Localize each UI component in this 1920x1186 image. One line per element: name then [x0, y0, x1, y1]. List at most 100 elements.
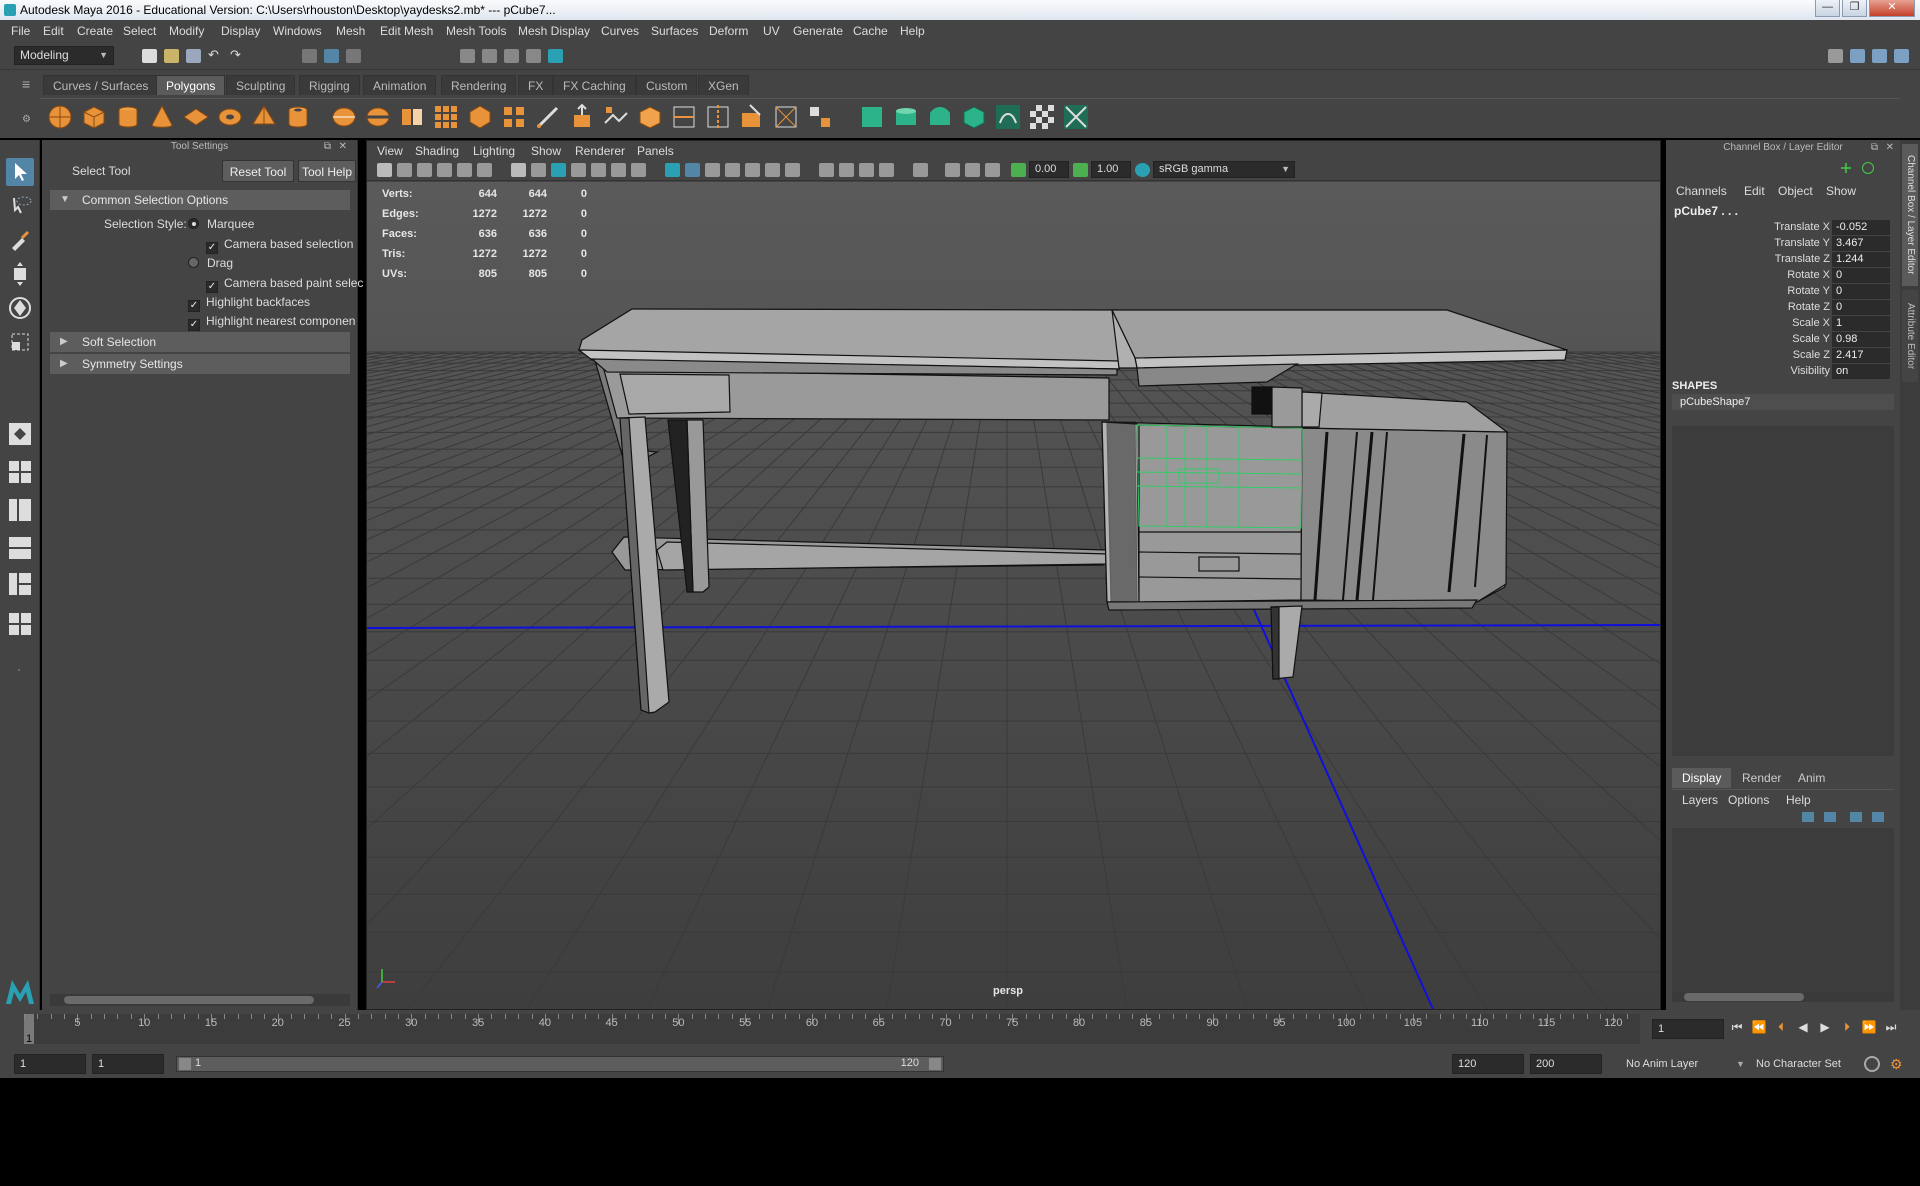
maximize-button[interactable]: ❐: [1842, 0, 1867, 17]
menu-edit[interactable]: Edit: [43, 24, 64, 38]
animation-end-field[interactable]: 200: [1530, 1054, 1602, 1074]
attr-value[interactable]: 0: [1832, 300, 1890, 315]
menu-surfaces[interactable]: Surfaces: [651, 24, 698, 38]
select-camera-icon[interactable]: [377, 163, 392, 177]
menu-create[interactable]: Create: [77, 24, 113, 38]
step-forward-key-icon[interactable]: ⏩: [1860, 1018, 1878, 1036]
xray-joints-icon[interactable]: [859, 163, 874, 177]
layer-scrollbar[interactable]: [1672, 992, 1894, 1002]
paint-select-tool-icon[interactable]: [6, 226, 34, 254]
camera-based-paint-checkbox[interactable]: ✓ Camera based paint selec: [206, 276, 363, 293]
render-view-icon[interactable]: [460, 49, 475, 63]
menu-mesh-tools[interactable]: Mesh Tools: [446, 24, 506, 38]
maya-logo-icon[interactable]: [4, 976, 36, 1006]
menu-help[interactable]: Help: [900, 24, 925, 38]
attr-translate-y[interactable]: Translate Y 3.467: [1666, 236, 1894, 252]
close-panel-icon[interactable]: ✕: [1886, 142, 1894, 153]
motion-blur-icon[interactable]: [945, 163, 960, 177]
character-set-dropdown[interactable]: No Character Set: [1756, 1054, 1876, 1074]
menu-edit-mesh[interactable]: Edit Mesh: [380, 24, 433, 38]
select-hierarchy-icon[interactable]: [302, 49, 317, 63]
attr-scale-y[interactable]: Scale Y 0.98: [1666, 332, 1894, 348]
menu-set-dropdown[interactable]: Modeling ▼: [14, 46, 114, 65]
attr-value[interactable]: 0: [1832, 284, 1890, 299]
common-selection-options-section[interactable]: ▼ Common Selection Options: [50, 190, 350, 210]
attr-translate-x[interactable]: Translate X -0.052: [1666, 220, 1894, 236]
shadows-icon[interactable]: [765, 163, 780, 177]
poly-pyramid-icon[interactable]: [250, 103, 278, 131]
go-to-end-icon[interactable]: ⏭: [1882, 1018, 1900, 1036]
menu-uv[interactable]: UV: [763, 24, 780, 38]
exposure-field[interactable]: 0.00: [1029, 161, 1069, 178]
mirror-icon[interactable]: [500, 103, 528, 131]
poly-cube-icon[interactable]: [80, 103, 108, 131]
attr-translate-z[interactable]: Translate Z 1.244: [1666, 252, 1894, 268]
insert-edge-loop-icon[interactable]: [670, 103, 698, 131]
poly-plane-icon[interactable]: [182, 103, 210, 131]
menu-generate[interactable]: Generate: [793, 24, 843, 38]
playback-start-field[interactable]: 1: [92, 1054, 164, 1074]
ambient-occlusion-icon[interactable]: [785, 163, 800, 177]
shelf-menu-icon[interactable]: ≡: [22, 76, 30, 92]
step-forward-frame-icon[interactable]: ⏵: [1838, 1018, 1856, 1036]
select-tool-icon[interactable]: [6, 158, 34, 186]
shape-name[interactable]: pCubeShape7: [1672, 394, 1894, 410]
current-frame-marker[interactable]: 1: [24, 1014, 34, 1045]
rotate-tool-icon[interactable]: [6, 294, 34, 322]
toggle-ui-icon[interactable]: [1894, 49, 1909, 63]
depth-of-field-icon[interactable]: [985, 163, 1000, 177]
move-tool-icon[interactable]: [6, 260, 34, 288]
poly-pipe-icon[interactable]: [284, 103, 312, 131]
viewport-menu-show[interactable]: Show: [531, 144, 561, 158]
channel-box-side-tab[interactable]: Channel Box / Layer Editor: [1902, 144, 1918, 286]
field-chart-icon[interactable]: [591, 163, 606, 177]
viewport-3d[interactable]: Verts: 644 644 0 Edges: 1272 1272 0 Face…: [367, 182, 1660, 1009]
resolution-gate-icon[interactable]: [551, 163, 566, 177]
anim-layer-dropdown[interactable]: No Anim Layer: [1626, 1054, 1736, 1074]
marquee-radio[interactable]: Marquee: [188, 217, 254, 231]
current-frame-field[interactable]: 1: [1652, 1019, 1724, 1039]
animation-start-field[interactable]: 1: [14, 1054, 86, 1074]
shelf-tab-fx[interactable]: FX: [518, 75, 554, 95]
help-menu[interactable]: Help: [1786, 793, 1811, 807]
bridge-icon[interactable]: [602, 103, 630, 131]
menu-select[interactable]: Select: [123, 24, 156, 38]
workspace-icon[interactable]: [1828, 49, 1843, 63]
manipulator-icon[interactable]: [1840, 162, 1852, 174]
menu-curves[interactable]: Curves: [601, 24, 639, 38]
tab-render[interactable]: Render: [1732, 768, 1791, 788]
shelf-tab-rigging[interactable]: Rigging: [299, 75, 360, 95]
cylindrical-map-icon[interactable]: [892, 103, 920, 131]
wireframe-icon[interactable]: [665, 163, 680, 177]
step-back-key-icon[interactable]: ⏪: [1750, 1018, 1768, 1036]
move-layer-up-icon[interactable]: [1802, 812, 1814, 822]
animation-prefs-icon[interactable]: ⚙: [1890, 1056, 1906, 1072]
gamma-icon[interactable]: [1073, 163, 1088, 177]
attr-value[interactable]: 3.467: [1832, 236, 1890, 251]
shelf-tab-animation[interactable]: Animation: [363, 75, 437, 95]
save-scene-icon[interactable]: [186, 49, 201, 63]
shelf-tab-sculpting[interactable]: Sculpting: [226, 75, 296, 95]
view-transform-dropdown[interactable]: sRGB gamma ▼: [1153, 161, 1295, 178]
auto-key-icon[interactable]: [1864, 1056, 1880, 1072]
play-backwards-icon[interactable]: ◀: [1794, 1018, 1812, 1036]
xray-components-icon[interactable]: [879, 163, 894, 177]
shelf-tab-custom[interactable]: Custom: [636, 75, 698, 95]
object-name[interactable]: pCube7 . . .: [1674, 204, 1738, 218]
playback-end-field[interactable]: 120: [1452, 1054, 1524, 1074]
panel-layout-icon[interactable]: [1872, 49, 1887, 63]
outliner-layout-icon[interactable]: [6, 570, 34, 598]
tool-help-button[interactable]: Tool Help: [298, 160, 356, 182]
uv-checker-icon[interactable]: [1028, 103, 1056, 131]
anti-alias-icon[interactable]: [965, 163, 980, 177]
object-menu[interactable]: Object: [1778, 184, 1813, 198]
float-panel-icon[interactable]: ⧉: [324, 140, 331, 154]
drag-radio[interactable]: Drag: [188, 256, 233, 270]
safe-action-icon[interactable]: [611, 163, 626, 177]
wireframe-on-shaded-icon[interactable]: [705, 163, 720, 177]
scrollbar-thumb[interactable]: [64, 996, 314, 1004]
lasso-tool-icon[interactable]: [6, 192, 34, 220]
menu-deform[interactable]: Deform: [709, 24, 748, 38]
speed-icon[interactable]: [1862, 162, 1874, 174]
horizontal-scrollbar[interactable]: [50, 994, 350, 1006]
